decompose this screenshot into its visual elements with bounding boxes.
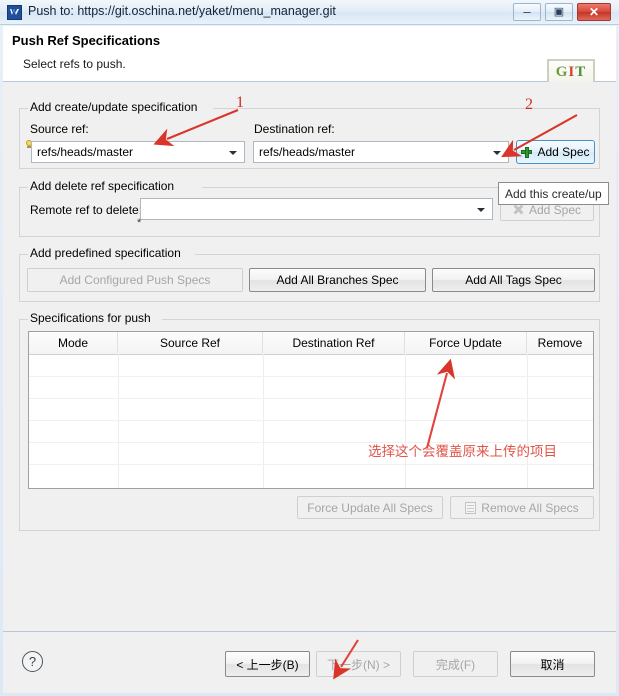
chevron-down-icon bbox=[477, 208, 485, 212]
window-title: Push to: https://git.oschina.net/yaket/m… bbox=[28, 4, 336, 18]
maximize-icon: ▣ bbox=[553, 5, 565, 18]
logo-letter-g: G bbox=[555, 64, 569, 80]
plus-icon bbox=[521, 146, 533, 158]
remove-all-specs-button: Remove All Specs bbox=[450, 496, 594, 519]
specs-group-title: Specifications for push bbox=[28, 311, 155, 325]
remove-all-specs-label: Remove All Specs bbox=[481, 500, 579, 515]
finish-button-label: 完成(F) bbox=[435, 657, 476, 672]
annotation-number-1: 1 bbox=[236, 94, 244, 111]
page-subtitle: Select refs to push. bbox=[23, 57, 126, 71]
remove-document-icon bbox=[465, 501, 477, 514]
add-create-update-spec-button[interactable]: Add Spec bbox=[516, 140, 595, 164]
minimize-button[interactable]: – bbox=[513, 3, 541, 21]
dialog-content: Add create/update specification Source r… bbox=[3, 82, 616, 631]
column-header-remove[interactable]: Remove bbox=[527, 332, 593, 353]
page-title: Push Ref Specifications bbox=[12, 33, 161, 48]
next-button: 下一步(N) > bbox=[316, 651, 401, 677]
remote-ref-required-star: * bbox=[137, 217, 142, 229]
column-header-mode[interactable]: Mode bbox=[29, 332, 118, 353]
cancel-x-icon bbox=[513, 204, 524, 215]
finish-button: 完成(F) bbox=[413, 651, 498, 677]
title-bar: Push to: https://git.oschina.net/yaket/m… bbox=[0, 0, 619, 25]
push-dialog-window: Push to: https://git.oschina.net/yaket/m… bbox=[0, 0, 619, 696]
close-icon: ✕ bbox=[588, 5, 600, 19]
source-ref-value: refs/heads/master bbox=[37, 145, 134, 159]
dialog-header: Push Ref Specifications Select refs to p… bbox=[3, 26, 616, 102]
back-button[interactable]: < 上一步(B) bbox=[225, 651, 310, 677]
minimize-icon: – bbox=[523, 4, 531, 19]
next-button-label: 下一步(N) > bbox=[326, 657, 390, 672]
table-header-row: Mode Source Ref Destination Ref Force Up… bbox=[29, 332, 593, 355]
add-all-branches-spec-label: Add All Branches Spec bbox=[276, 273, 399, 287]
destination-ref-combo[interactable]: refs/heads/master bbox=[253, 141, 509, 163]
column-header-destination-ref[interactable]: Destination Ref bbox=[263, 332, 405, 353]
dialog-button-bar: ? < 上一步(B) 下一步(N) > 完成(F) 取消 bbox=[3, 631, 616, 693]
cancel-button-label: 取消 bbox=[540, 657, 565, 672]
delete-ref-group-title: Add delete ref specification bbox=[28, 179, 179, 193]
chevron-down-icon bbox=[493, 151, 501, 155]
annotation-chinese-note: 选择这个会覆盖原来上传的项目 bbox=[368, 444, 557, 460]
git-app-icon bbox=[7, 5, 22, 20]
chevron-down-icon bbox=[229, 151, 237, 155]
maximize-button[interactable]: ▣ bbox=[545, 3, 573, 21]
destination-ref-value: refs/heads/master bbox=[259, 145, 356, 159]
back-button-label: < 上一步(B) bbox=[236, 657, 299, 672]
source-ref-label: Source ref: bbox=[30, 122, 89, 136]
add-all-branches-spec-button[interactable]: Add All Branches Spec bbox=[249, 268, 426, 292]
specs-for-push-group: Specifications for push Mode Source Ref … bbox=[19, 311, 600, 531]
annotation-number-2: 2 bbox=[525, 96, 533, 113]
source-ref-combo[interactable]: refs/heads/master bbox=[31, 141, 245, 163]
remote-ref-delete-combo[interactable] bbox=[140, 198, 493, 220]
add-configured-push-specs-button: Add Configured Push Specs bbox=[27, 268, 243, 292]
create-update-group-title: Add create/update specification bbox=[28, 100, 202, 114]
column-header-source-ref[interactable]: Source Ref bbox=[118, 332, 263, 353]
close-button[interactable]: ✕ bbox=[577, 3, 611, 21]
add-all-tags-spec-button[interactable]: Add All Tags Spec bbox=[432, 268, 595, 292]
add-spec-tooltip: Add this create/up bbox=[498, 182, 609, 205]
help-icon[interactable]: ? bbox=[22, 651, 43, 672]
column-header-force-update[interactable]: Force Update bbox=[405, 332, 527, 353]
cancel-button[interactable]: 取消 bbox=[510, 651, 595, 677]
logo-letter-t: T bbox=[575, 64, 587, 80]
destination-ref-label: Destination ref: bbox=[254, 122, 335, 136]
force-update-all-specs-button: Force Update All Specs bbox=[297, 496, 443, 519]
predefined-group-title: Add predefined specification bbox=[28, 246, 185, 260]
create-update-group: Add create/update specification Source r… bbox=[19, 100, 600, 169]
add-configured-push-specs-label: Add Configured Push Specs bbox=[59, 273, 211, 287]
force-update-all-specs-label: Force Update All Specs bbox=[307, 500, 433, 515]
predefined-group: Add predefined specification Add Configu… bbox=[19, 246, 600, 302]
logo-letter-i: I bbox=[568, 64, 576, 80]
add-spec-label: Add Spec bbox=[537, 145, 590, 159]
add-all-tags-spec-label: Add All Tags Spec bbox=[465, 273, 562, 287]
specs-table[interactable]: Mode Source Ref Destination Ref Force Up… bbox=[28, 331, 594, 489]
remote-ref-delete-label: Remote ref to delete: bbox=[30, 203, 143, 217]
